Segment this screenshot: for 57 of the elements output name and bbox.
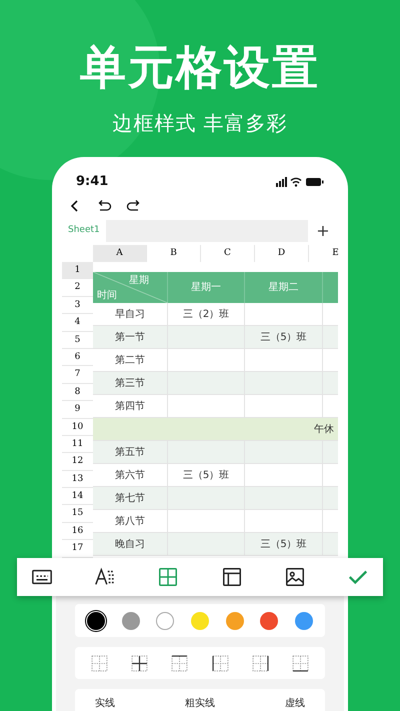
table-cell-text: 三（5）班 bbox=[260, 330, 307, 344]
color-swatch[interactable] bbox=[260, 612, 278, 630]
line-style-option[interactable]: 实线 bbox=[95, 696, 115, 711]
row-number[interactable]: 12 bbox=[62, 453, 93, 471]
row-number[interactable]: 10 bbox=[62, 418, 93, 436]
status-icons bbox=[276, 177, 324, 187]
line-style-option[interactable]: 虚线 bbox=[285, 696, 305, 711]
row-number[interactable]: 9 bbox=[62, 401, 93, 419]
color-swatch[interactable] bbox=[226, 612, 244, 630]
table-cell-text: 晚自习 bbox=[115, 538, 145, 552]
table-cell-text: 早自习 bbox=[115, 308, 145, 322]
redo-icon[interactable] bbox=[126, 199, 142, 213]
grid-icon bbox=[157, 566, 180, 588]
row-number[interactable]: 14 bbox=[62, 488, 93, 506]
color-swatch[interactable] bbox=[156, 612, 174, 630]
table-cell-text: 第七节 bbox=[115, 492, 145, 506]
row-number[interactable]: 1 bbox=[62, 262, 93, 280]
table-cell-text: 午休 bbox=[314, 422, 334, 436]
color-swatch[interactable] bbox=[190, 612, 209, 630]
row-number[interactable]: 13 bbox=[62, 470, 93, 488]
status-time: 9:41 bbox=[76, 173, 108, 192]
table-cell-text: 第三节 bbox=[115, 376, 145, 390]
table-cell-text: 三（2）班 bbox=[182, 308, 230, 322]
row-number[interactable]: 4 bbox=[62, 314, 93, 332]
row-number[interactable]: 2 bbox=[62, 279, 93, 297]
table-cell-text: 第五节 bbox=[115, 446, 145, 460]
header-text: 星期一 bbox=[191, 280, 221, 295]
color-swatch[interactable] bbox=[87, 612, 106, 630]
row-number[interactable]: 17 bbox=[62, 540, 93, 558]
table-layout-icon bbox=[220, 566, 243, 588]
table-cell-text: 第八节 bbox=[115, 514, 145, 528]
undo-icon[interactable] bbox=[96, 199, 112, 213]
border-option-icon[interactable] bbox=[252, 654, 269, 672]
table-cell-text: 三（5）班 bbox=[260, 538, 307, 552]
table-cell-text: 第四节 bbox=[115, 400, 145, 414]
row-number[interactable]: 5 bbox=[62, 332, 93, 349]
border-option-icon[interactable] bbox=[130, 654, 148, 672]
add-sheet-button[interactable]: + bbox=[308, 220, 338, 242]
image-icon bbox=[284, 566, 306, 588]
column-header[interactable]: A bbox=[93, 245, 147, 262]
headline: 单元格设置 bbox=[80, 40, 320, 94]
row-number[interactable]: 15 bbox=[62, 505, 93, 523]
color-swatch[interactable] bbox=[122, 612, 140, 630]
header-text: 星期二 bbox=[268, 280, 298, 295]
table-cell-text: 三（5）班 bbox=[182, 468, 230, 482]
header-text: 星期 bbox=[129, 274, 150, 288]
color-swatch[interactable] bbox=[294, 612, 313, 630]
header-text: 时间 bbox=[97, 288, 118, 303]
border-option-icon[interactable] bbox=[292, 654, 310, 672]
line-style-option[interactable]: 粗实线 bbox=[185, 696, 215, 711]
table-cell-text: 第一节 bbox=[115, 330, 145, 344]
border-option-icon[interactable] bbox=[171, 654, 188, 672]
subheadline: 边框样式 丰富多彩 bbox=[112, 110, 288, 136]
table-cell-text: 第六节 bbox=[115, 468, 145, 482]
table-cell-text: 第二节 bbox=[115, 354, 145, 368]
border-option-icon[interactable] bbox=[212, 654, 229, 672]
row-number[interactable]: 8 bbox=[62, 384, 93, 402]
